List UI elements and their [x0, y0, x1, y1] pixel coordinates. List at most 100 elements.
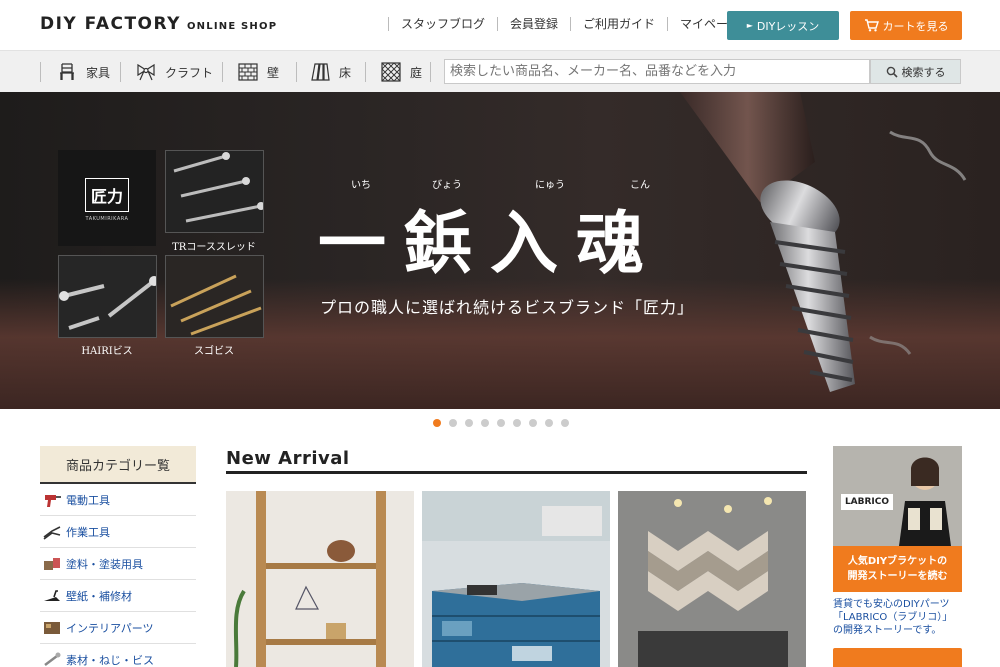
- screw-photo: [166, 151, 263, 232]
- carousel-dot[interactable]: [497, 419, 505, 427]
- hero-title-char: 魂: [576, 204, 663, 284]
- carousel-dot[interactable]: [433, 419, 441, 427]
- screw-photo: [59, 256, 156, 337]
- category-divider: [296, 62, 297, 82]
- interior-icon: [44, 621, 60, 634]
- new-arrival-title: New Arrival: [226, 448, 350, 469]
- sidebar-item-materials[interactable]: 素材・ねじ・ビス: [40, 644, 196, 667]
- play-arrow-icon: ►: [746, 21, 753, 30]
- labrico-banner[interactable]: LABRICO 人気DIYブラケットの 開発ストーリーを読む: [833, 446, 962, 592]
- product-photo-shelf: [226, 491, 414, 667]
- labrico-photo-label: LABRICO: [841, 494, 893, 510]
- brand-logo-tile[interactable]: 匠力 TAKUMIRIKARA: [58, 150, 156, 246]
- site-header: DIY FACTORY ONLINE SHOP スタッフブログ 会員登録 ご利用…: [0, 0, 1000, 50]
- category-wall[interactable]: 壁: [237, 51, 279, 93]
- cart-icon: [864, 19, 879, 32]
- hero-title-char: 鋲: [404, 204, 491, 284]
- thumb-caption: スゴビス: [194, 346, 234, 357]
- category-label: 壁: [267, 65, 280, 80]
- sidebar-item-wallpaper[interactable]: 壁紙・補修材: [40, 580, 196, 612]
- brand-logo-subtext: TAKUMIRIKARA: [85, 216, 129, 222]
- trowel-icon: [44, 589, 60, 601]
- product-card[interactable]: [422, 491, 610, 667]
- category-divider: [222, 62, 223, 82]
- sidebar-item-interior[interactable]: インテリアパーツ: [40, 612, 196, 644]
- drill-icon: [45, 494, 61, 507]
- nav-staff-blog[interactable]: スタッフブログ: [388, 17, 497, 31]
- carousel-dot[interactable]: [449, 419, 457, 427]
- sidebar-heading: 商品カテゴリー覧: [40, 446, 196, 484]
- product-thumb-hairi[interactable]: [58, 255, 157, 338]
- chair-icon: [60, 63, 74, 80]
- product-photo-wall: [618, 491, 806, 667]
- pliers-icon: [43, 525, 61, 540]
- search-button[interactable]: 検索する: [870, 59, 961, 84]
- search-input[interactable]: [444, 59, 870, 84]
- nav-register[interactable]: 会員登録: [497, 17, 570, 31]
- screw-photo: [166, 256, 263, 337]
- search-button-label: 検索する: [901, 65, 946, 79]
- carousel-dot[interactable]: [513, 419, 521, 427]
- category-divider: [365, 62, 366, 82]
- logo-main-text: DIY FACTORY: [40, 14, 181, 34]
- category-furniture[interactable]: 家具: [56, 51, 110, 93]
- floorboard-icon: [311, 63, 330, 81]
- nav-guide[interactable]: ご利用ガイド: [570, 17, 667, 31]
- sidebar-item-power-tools[interactable]: 電動工具: [40, 484, 196, 516]
- lattice-icon: [381, 62, 401, 82]
- brand-logo-text: 匠力: [90, 187, 123, 206]
- new-arrival-rule: [226, 471, 807, 474]
- thumb-caption: TRコーススレッド: [172, 242, 256, 253]
- hero-title-char: 入: [490, 204, 577, 284]
- category-divider: [430, 62, 431, 82]
- sidebar-item-label: 素材・ねじ・ビス: [66, 653, 154, 667]
- sidebar-item-label: インテリアパーツ: [66, 621, 154, 635]
- category-floor[interactable]: 床: [309, 51, 351, 93]
- site-logo[interactable]: DIY FACTORY ONLINE SHOP: [40, 14, 277, 34]
- sidebar-item-hand-tools[interactable]: 作業工具: [40, 516, 196, 548]
- product-thumb-sugobis[interactable]: [165, 255, 264, 338]
- category-label: 床: [339, 65, 352, 80]
- category-garden[interactable]: 庭: [380, 51, 422, 93]
- view-cart-button[interactable]: カートを見る: [850, 11, 962, 40]
- carousel-dots: [433, 419, 569, 427]
- hero-subtitle: プロの職人に選ばれ続けるビスブランド「匠力」: [320, 298, 695, 317]
- hero-title-char: 一: [318, 204, 405, 284]
- paint-icon: [44, 557, 60, 570]
- secondary-banner[interactable]: [833, 648, 962, 667]
- diy-lesson-button[interactable]: ► DIYレッスン: [727, 11, 839, 40]
- category-craft[interactable]: クラフト: [135, 51, 213, 93]
- sidebar-item-label: 作業工具: [66, 525, 110, 539]
- category-sidebar: 商品カテゴリー覧 電動工具 作業工具 塗料・塗装用具 壁紙・補修材 インテリアパ…: [40, 446, 196, 667]
- screw-icon: [44, 652, 61, 666]
- product-card[interactable]: [618, 491, 806, 667]
- product-thumb-tr-coarse[interactable]: [165, 150, 264, 233]
- ribbon-icon: [137, 63, 155, 81]
- product-card[interactable]: [226, 491, 414, 667]
- category-divider: [40, 62, 41, 82]
- sidebar-item-label: 壁紙・補修材: [66, 589, 132, 603]
- labrico-photo: LABRICO: [833, 446, 962, 546]
- sidebar-item-paint[interactable]: 塗料・塗装用具: [40, 548, 196, 580]
- carousel-dot[interactable]: [545, 419, 553, 427]
- category-label: クラフト: [165, 65, 214, 80]
- carousel-dot[interactable]: [529, 419, 537, 427]
- diy-lesson-label: DIYレッスン: [756, 19, 820, 33]
- sidebar-item-label: 塗料・塗装用具: [66, 557, 143, 571]
- carousel-dot[interactable]: [481, 419, 489, 427]
- hero-title: 一鋲入魂: [318, 188, 662, 287]
- labrico-caption[interactable]: 賃貸でも安心のDIYパーツ「LABRICO（ラブリコ）」の開発ストーリーです。: [833, 598, 962, 637]
- thumb-caption: HAIRIビス: [81, 346, 133, 357]
- screw-illustration: [680, 92, 967, 392]
- top-nav: スタッフブログ 会員登録 ご利用ガイド マイページ: [388, 17, 752, 31]
- category-label: 庭: [410, 65, 423, 80]
- hero-banner[interactable]: 匠力 TAKUMIRIKARA TRコーススレッド HAIRIビス スゴビス い…: [0, 92, 1000, 409]
- sidebar-item-label: 電動工具: [66, 493, 110, 507]
- labrico-cta[interactable]: 人気DIYブラケットの 開発ストーリーを読む: [833, 546, 962, 592]
- carousel-dot[interactable]: [561, 419, 569, 427]
- category-label: 家具: [86, 65, 111, 80]
- labrico-cta-text: 人気DIYブラケットの 開発ストーリーを読む: [847, 556, 948, 582]
- logo-sub-text: ONLINE SHOP: [186, 21, 278, 32]
- carousel-dot[interactable]: [465, 419, 473, 427]
- brand-logo: 匠力: [85, 178, 129, 212]
